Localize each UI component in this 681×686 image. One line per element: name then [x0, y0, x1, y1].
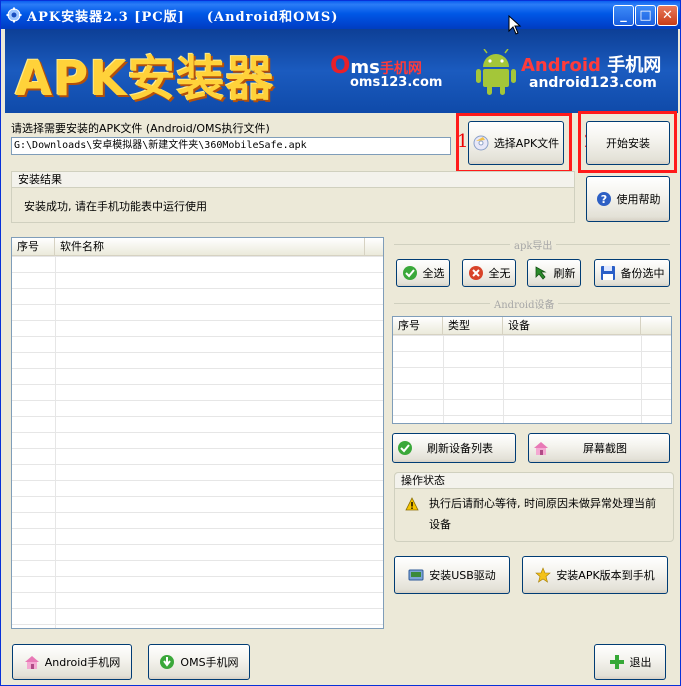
oms-site-label: OMS手机网	[180, 656, 239, 669]
android-logo-domain: android123.com	[529, 75, 657, 91]
oms-logo-domain: oms123.com	[350, 75, 443, 90]
close-button[interactable]: ✕	[657, 5, 678, 26]
select-all-label: 全选	[422, 267, 445, 280]
install-apk-version-label: 安装APK版本到手机	[556, 569, 655, 582]
select-apk-label: 选择APK文件	[493, 137, 560, 150]
install-result-text: 安装成功, 请在手机功能表中运行使用	[24, 200, 207, 213]
start-install-button[interactable]: 开始安装	[586, 121, 670, 165]
software-list-rows	[12, 256, 383, 628]
exit-label: 退出	[629, 656, 652, 669]
device-column-divider-1	[443, 335, 444, 423]
help-icon: ?	[596, 192, 611, 206]
help-label: 使用帮助	[616, 193, 661, 206]
check-icon	[402, 266, 417, 280]
install-usb-driver-label: 安装USB驱动	[429, 569, 496, 582]
plus-icon	[609, 655, 624, 669]
screenshot-button[interactable]: 屏幕截图	[528, 433, 670, 463]
column-divider	[55, 256, 56, 628]
home-icon	[24, 656, 39, 669]
header-banner: APK安装器 Oms手机网 oms123.com Android 手机网 and…	[5, 29, 678, 113]
oms-site-button[interactable]: OMS手机网	[148, 644, 250, 680]
column-header-index[interactable]: 序号	[12, 238, 55, 256]
android-logo: Android 手机网 android123.com	[475, 47, 665, 103]
exit-button[interactable]: 退出	[594, 644, 666, 680]
device-list-rows	[393, 335, 671, 423]
floppy-disk-icon	[600, 266, 615, 280]
cancel-icon	[468, 266, 483, 280]
start-install-label: 开始安装	[606, 137, 650, 150]
brand-logo: APK安装器	[15, 51, 275, 107]
select-none-button[interactable]: 全无	[462, 259, 516, 287]
operation-status-panel: 操作状态 执行后请耐心等待, 时间原因未做异常处理当前设备	[394, 472, 674, 542]
select-apk-button[interactable]: 选择APK文件	[468, 121, 564, 165]
android-robot-icon	[476, 49, 516, 95]
refresh-label: 刷新	[553, 267, 576, 280]
apk-path-input[interactable]: G:\Downloads\安卓模拟器\新建文件夹\360MobileSafe.a…	[11, 137, 451, 155]
install-result-title: 安装结果	[12, 172, 574, 188]
app-gear-icon	[6, 7, 22, 23]
check-icon	[398, 441, 412, 455]
column-header-device-spacer	[641, 317, 671, 335]
software-list[interactable]: 序号 软件名称	[11, 237, 384, 629]
install-apk-version-button[interactable]: 安装APK版本到手机	[522, 556, 668, 594]
devices-title: Android设备	[490, 296, 559, 311]
warning-icon	[405, 497, 419, 511]
device-list-header: 序号 类型 设备	[393, 317, 671, 335]
device-column-divider-2	[503, 335, 504, 423]
star-icon	[535, 567, 552, 583]
select-none-label: 全无	[488, 267, 511, 280]
refresh-devices-button[interactable]: 刷新设备列表	[392, 433, 516, 463]
operation-status-title: 操作状态	[395, 473, 673, 489]
screenshot-label: 屏幕截图	[583, 442, 627, 455]
refresh-devices-label: 刷新设备列表	[427, 442, 493, 455]
device-list[interactable]: 序号 类型 设备	[392, 316, 672, 424]
cd-icon	[473, 135, 489, 151]
android-logo-title: Android 手机网	[521, 55, 662, 76]
home-icon	[534, 442, 548, 455]
help-button[interactable]: ? 使用帮助	[586, 176, 670, 222]
column-header-spacer	[365, 238, 383, 256]
apk-export-title: apk导出	[510, 237, 557, 252]
device-column-divider-3	[641, 335, 642, 423]
file-select-label: 请选择需要安装的APK文件 (Android/OMS执行文件)	[11, 122, 270, 135]
maximize-button[interactable]: □	[635, 5, 656, 26]
operation-status-text: 执行后请耐心等待, 时间原因未做异常处理当前设备	[429, 497, 656, 531]
download-arrow-icon	[160, 655, 175, 669]
install-result-panel: 安装结果 安装成功, 请在手机功能表中运行使用	[11, 171, 575, 223]
column-header-device[interactable]: 设备	[503, 317, 641, 335]
svg-text:?: ?	[600, 193, 606, 206]
column-header-device-type[interactable]: 类型	[443, 317, 503, 335]
refresh-button[interactable]: 刷新	[527, 259, 581, 287]
window-title: APK安装器2.3 [PC版] (Android和OMS)	[27, 10, 339, 25]
android-site-button[interactable]: Android手机网	[12, 644, 132, 680]
usb-device-icon	[408, 569, 424, 581]
backup-selected-label: 备份选中	[620, 267, 665, 280]
column-header-device-index[interactable]: 序号	[393, 317, 443, 335]
select-all-button[interactable]: 全选	[396, 259, 450, 287]
android-site-label: Android手机网	[44, 656, 121, 669]
install-usb-driver-button[interactable]: 安装USB驱动	[394, 556, 510, 594]
app-window: APK安装器2.3 [PC版] (Android和OMS) _ □ ✕ APK安…	[0, 0, 681, 686]
oms-logo: Oms手机网 oms123.com	[330, 51, 450, 97]
title-bar[interactable]: APK安装器2.3 [PC版] (Android和OMS) _ □ ✕	[1, 1, 680, 29]
column-header-name[interactable]: 软件名称	[55, 238, 365, 256]
minimize-button[interactable]: _	[613, 5, 634, 26]
backup-selected-button[interactable]: 备份选中	[594, 259, 670, 287]
software-list-header: 序号 软件名称	[12, 238, 383, 256]
mouse-cursor-icon	[508, 15, 522, 35]
refresh-arrow-icon	[535, 266, 547, 280]
